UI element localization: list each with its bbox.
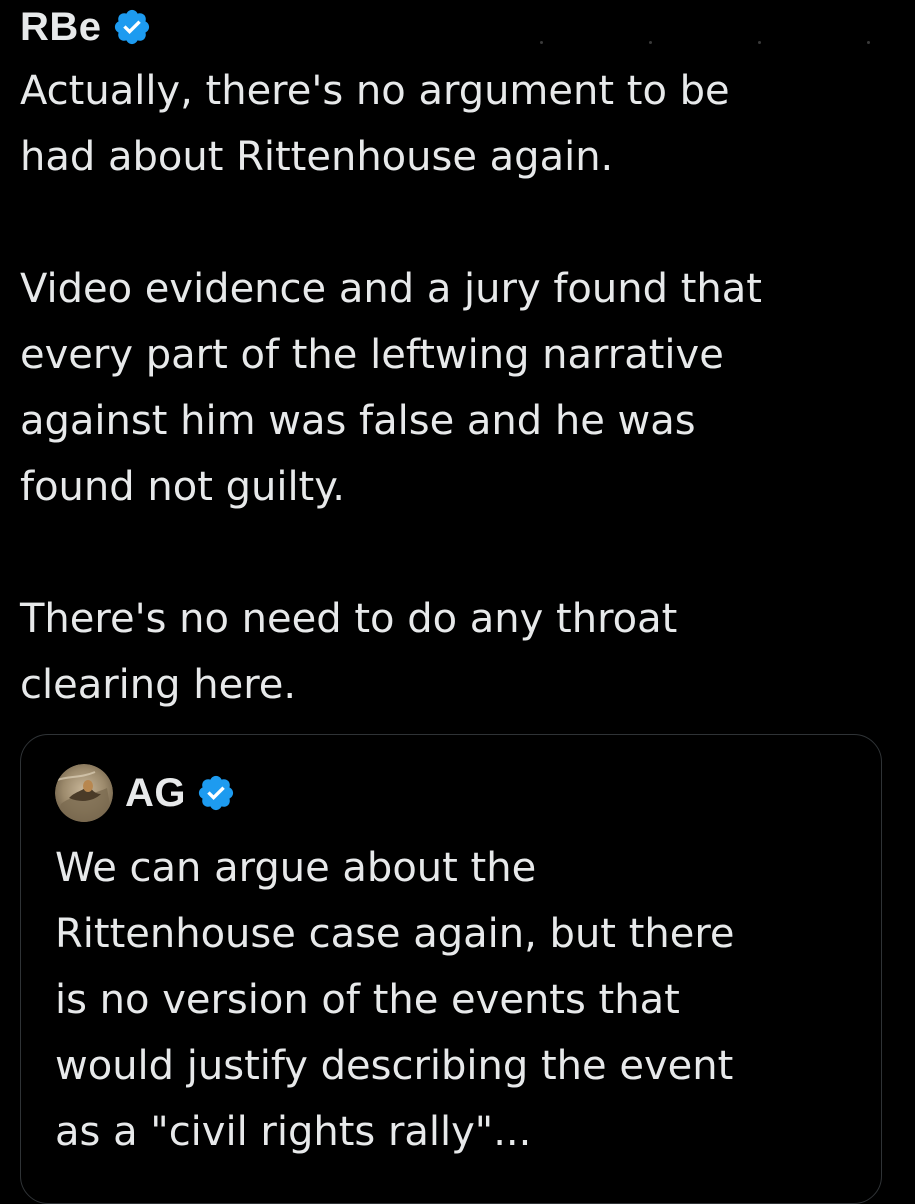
author-name[interactable]: RBe [20, 2, 102, 52]
avatar[interactable] [55, 764, 113, 822]
quoted-author-name[interactable]: AG [125, 771, 186, 816]
tweet[interactable]: RBe Actually, there's no argument to be … [0, 0, 915, 1204]
quoted-tweet-text: We can argue about the Rittenhouse case … [55, 845, 735, 1155]
tweet-header: RBe [20, 2, 152, 52]
quoted-tweet-card[interactable]: AG We can argue about the Rittenhouse ca… [20, 734, 882, 1204]
verified-badge-icon [196, 773, 236, 813]
tweet-text: Actually, there's no argument to be had … [20, 68, 762, 708]
verified-badge-icon [112, 7, 152, 47]
faded-metadata [540, 38, 870, 46]
quoted-tweet-header: AG [55, 763, 236, 823]
